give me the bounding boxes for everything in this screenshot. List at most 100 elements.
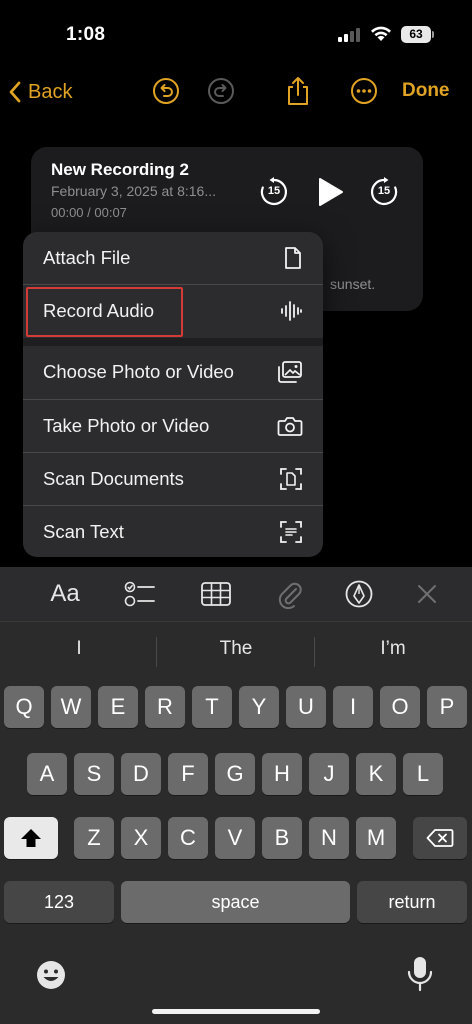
menu-item-take-photo[interactable]: Take Photo or Video: [23, 399, 323, 451]
attachment-menu: Attach File Record Audio Choose Photo or…: [23, 232, 323, 557]
menu-group-separator: [23, 338, 323, 346]
document-icon: [285, 247, 301, 269]
close-toolbar-button[interactable]: [407, 576, 447, 612]
keyboard-area: [0, 567, 472, 1024]
key-o[interactable]: O: [380, 686, 420, 728]
skip-forward-button[interactable]: 15: [368, 176, 400, 208]
camera-icon: [277, 416, 303, 436]
attachment-button[interactable]: [270, 576, 310, 612]
shift-arrow-icon: [21, 829, 41, 847]
emoji-face-icon: [37, 961, 65, 989]
chevron-left-icon: [9, 81, 21, 103]
home-indicator[interactable]: [152, 1009, 320, 1014]
menu-item-label: Take Photo or Video: [43, 414, 210, 436]
photo-library-icon: [278, 361, 302, 383]
return-key[interactable]: return: [357, 881, 467, 923]
play-button[interactable]: [316, 177, 344, 212]
key-c[interactable]: C: [168, 817, 208, 859]
cellular-signal-icon: [338, 28, 360, 42]
key-k[interactable]: K: [356, 753, 396, 795]
menu-item-label: Scan Text: [43, 520, 124, 542]
key-w[interactable]: W: [51, 686, 91, 728]
key-v[interactable]: V: [215, 817, 255, 859]
markup-pen-icon: [345, 580, 373, 608]
menu-item-scan-text[interactable]: Scan Text: [23, 505, 323, 557]
menu-item-attach-file[interactable]: Attach File: [23, 232, 323, 284]
key-u[interactable]: U: [286, 686, 326, 728]
menu-item-scan-documents[interactable]: Scan Documents: [23, 452, 323, 504]
key-h[interactable]: H: [262, 753, 302, 795]
key-m[interactable]: M: [356, 817, 396, 859]
scan-document-icon: [280, 467, 302, 490]
undo-button[interactable]: [150, 74, 182, 108]
key-p[interactable]: P: [427, 686, 467, 728]
table-icon: [201, 582, 231, 606]
key-g[interactable]: G: [215, 753, 255, 795]
key-l[interactable]: L: [403, 753, 443, 795]
highlight-box: [26, 287, 183, 337]
status-time: 1:08: [66, 24, 106, 45]
battery-tip: [432, 31, 434, 38]
key-i[interactable]: I: [333, 686, 373, 728]
key-b[interactable]: B: [262, 817, 302, 859]
key-e[interactable]: E: [98, 686, 138, 728]
share-icon: [288, 77, 308, 105]
recording-time: 00:00 / 00:07: [51, 205, 127, 220]
scan-text-icon: [280, 520, 302, 543]
key-y[interactable]: Y: [239, 686, 279, 728]
space-key[interactable]: space: [121, 881, 350, 923]
key-t[interactable]: T: [192, 686, 232, 728]
key-q[interactable]: Q: [4, 686, 44, 728]
back-label: Back: [28, 80, 73, 103]
key-z[interactable]: Z: [74, 817, 114, 859]
suggestion-1[interactable]: I: [4, 638, 154, 660]
key-d[interactable]: D: [121, 753, 161, 795]
skip-forward-seconds: 15: [377, 185, 391, 197]
wifi-icon: [371, 26, 391, 41]
undo-icon: [153, 78, 179, 104]
suggestion-2[interactable]: The: [161, 638, 311, 660]
microphone-icon: [407, 957, 433, 992]
shift-key[interactable]: [4, 817, 58, 859]
menu-item-label: Scan Documents: [43, 467, 184, 489]
redo-icon: [208, 78, 234, 104]
waveform-icon: [281, 300, 302, 321]
dictation-button[interactable]: [406, 955, 434, 998]
battery-indicator: 63: [401, 26, 431, 43]
key-j[interactable]: J: [309, 753, 349, 795]
paperclip-icon: [278, 582, 302, 609]
checklist-button[interactable]: [120, 576, 160, 612]
skip-back-button[interactable]: 15: [258, 176, 290, 208]
suggestion-3[interactable]: I’m: [318, 638, 468, 660]
emoji-button[interactable]: [34, 958, 68, 997]
more-button[interactable]: [348, 74, 380, 108]
back-button[interactable]: Back: [8, 76, 72, 108]
redo-button[interactable]: [205, 74, 237, 108]
suggestion-divider: [314, 637, 315, 667]
key-a[interactable]: A: [27, 753, 67, 795]
suggestion-divider: [156, 637, 157, 667]
key-r[interactable]: R: [145, 686, 185, 728]
table-button[interactable]: [196, 576, 236, 612]
key-f[interactable]: F: [168, 753, 208, 795]
text-format-button[interactable]: Aa: [45, 576, 85, 612]
key-x[interactable]: X: [121, 817, 161, 859]
markup-button[interactable]: [339, 576, 379, 612]
done-button[interactable]: Done: [402, 80, 450, 102]
ellipsis-circle-icon: [351, 78, 377, 104]
skip-back-seconds: 15: [267, 185, 281, 197]
key-n[interactable]: N: [309, 817, 349, 859]
numbers-key[interactable]: 123: [4, 881, 114, 923]
backspace-icon: [426, 829, 454, 847]
close-icon: [418, 585, 436, 603]
menu-item-choose-photo[interactable]: Choose Photo or Video: [23, 346, 323, 398]
recording-title: New Recording 2: [51, 160, 189, 179]
play-icon: [319, 178, 343, 206]
recording-date: February 3, 2025 at 8:16...: [51, 183, 216, 199]
menu-item-label: Choose Photo or Video: [43, 361, 234, 382]
share-button[interactable]: [282, 74, 314, 108]
key-s[interactable]: S: [74, 753, 114, 795]
checklist-icon: [124, 581, 155, 607]
note-text-tail: sunset.: [330, 276, 376, 292]
delete-key[interactable]: [413, 817, 467, 859]
